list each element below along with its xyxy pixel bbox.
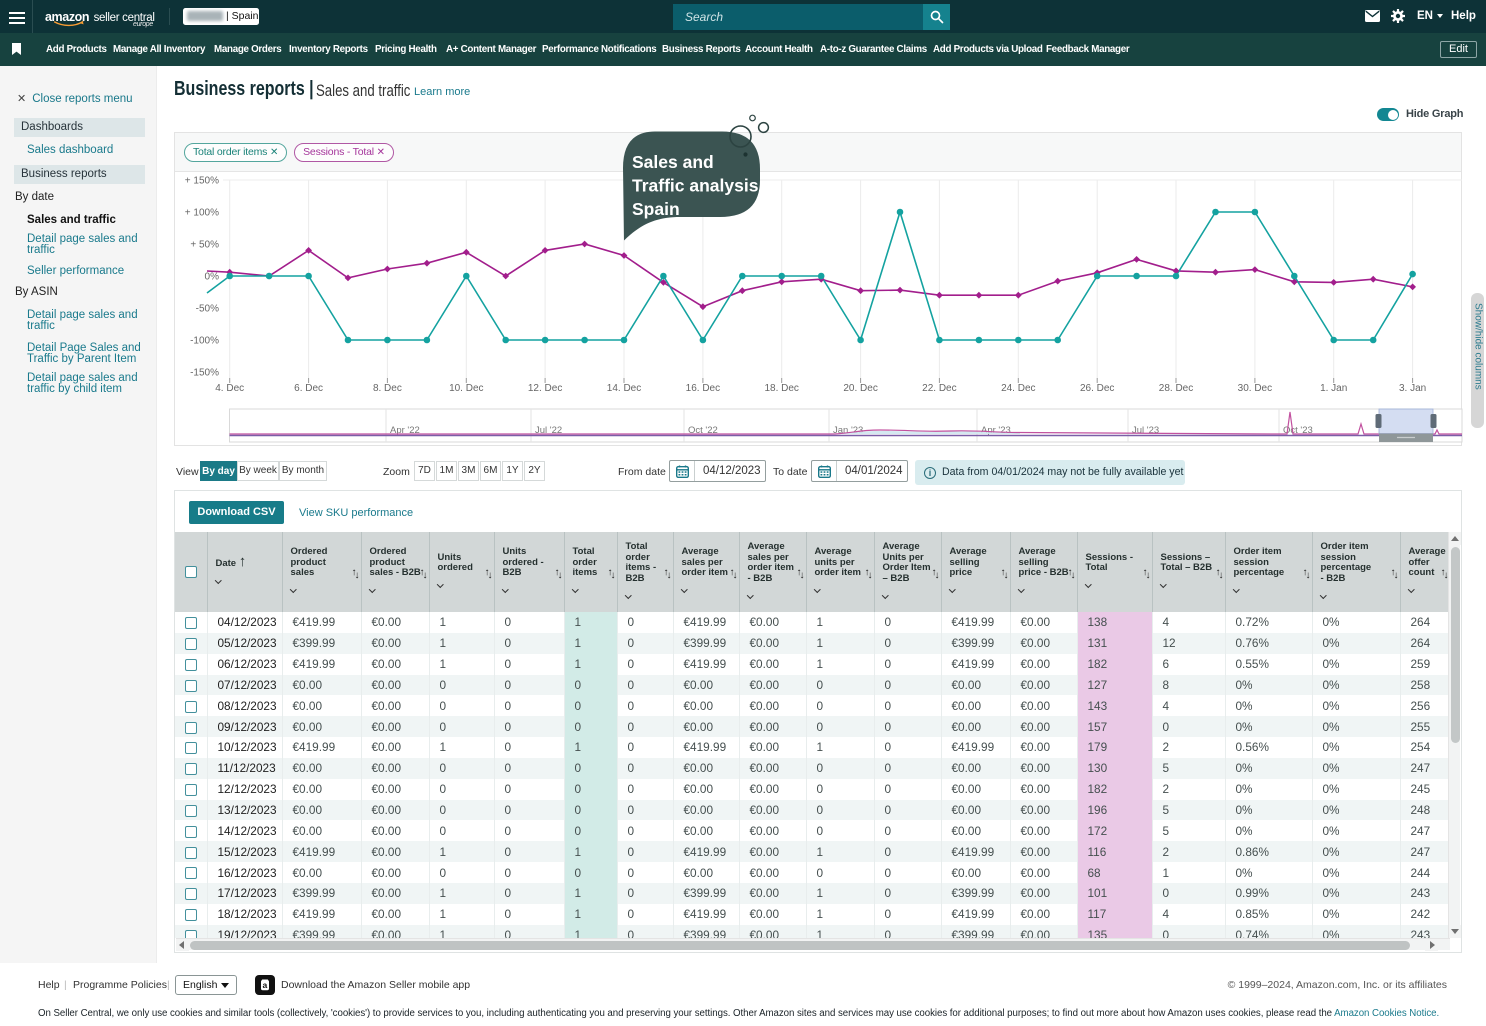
svg-text:16. Dec: 16. Dec — [686, 383, 720, 394]
svg-text:8. Dec: 8. Dec — [373, 383, 402, 394]
svg-text:10. Dec: 10. Dec — [449, 383, 483, 394]
svg-text:-150%: -150% — [190, 368, 219, 379]
svg-text:26. Dec: 26. Dec — [1080, 383, 1114, 394]
svg-text:20. Dec: 20. Dec — [843, 383, 877, 394]
svg-text:Apr '23: Apr '23 — [981, 425, 1011, 436]
svg-text:1. Jan: 1. Jan — [1320, 383, 1347, 394]
svg-text:-100%: -100% — [190, 336, 219, 347]
svg-text:+ 50%: + 50% — [190, 240, 219, 251]
svg-text:6. Dec: 6. Dec — [294, 383, 323, 394]
svg-text:24. Dec: 24. Dec — [1001, 383, 1035, 394]
svg-text:+ 100%: + 100% — [185, 208, 219, 219]
svg-text:-50%: -50% — [196, 304, 219, 315]
svg-text:18. Dec: 18. Dec — [764, 383, 798, 394]
svg-text:28. Dec: 28. Dec — [1159, 383, 1193, 394]
svg-text:+ 150%: + 150% — [185, 176, 219, 187]
svg-text:22. Dec: 22. Dec — [922, 383, 956, 394]
svg-text:12. Dec: 12. Dec — [528, 383, 562, 394]
svg-text:Traffic analysis: Traffic analysis — [632, 176, 759, 196]
svg-text:4. Dec: 4. Dec — [215, 383, 244, 394]
svg-text:a: a — [263, 980, 268, 990]
svg-text:3. Jan: 3. Jan — [1399, 383, 1426, 394]
svg-text:Jul '23: Jul '23 — [1132, 425, 1159, 436]
svg-text:30. Dec: 30. Dec — [1238, 383, 1272, 394]
svg-text:Jan '23: Jan '23 — [833, 425, 863, 436]
svg-text:Spain: Spain — [632, 199, 680, 219]
svg-text:14. Dec: 14. Dec — [607, 383, 641, 394]
svg-text:0%: 0% — [205, 272, 220, 283]
svg-text:Sales and: Sales and — [632, 152, 714, 172]
